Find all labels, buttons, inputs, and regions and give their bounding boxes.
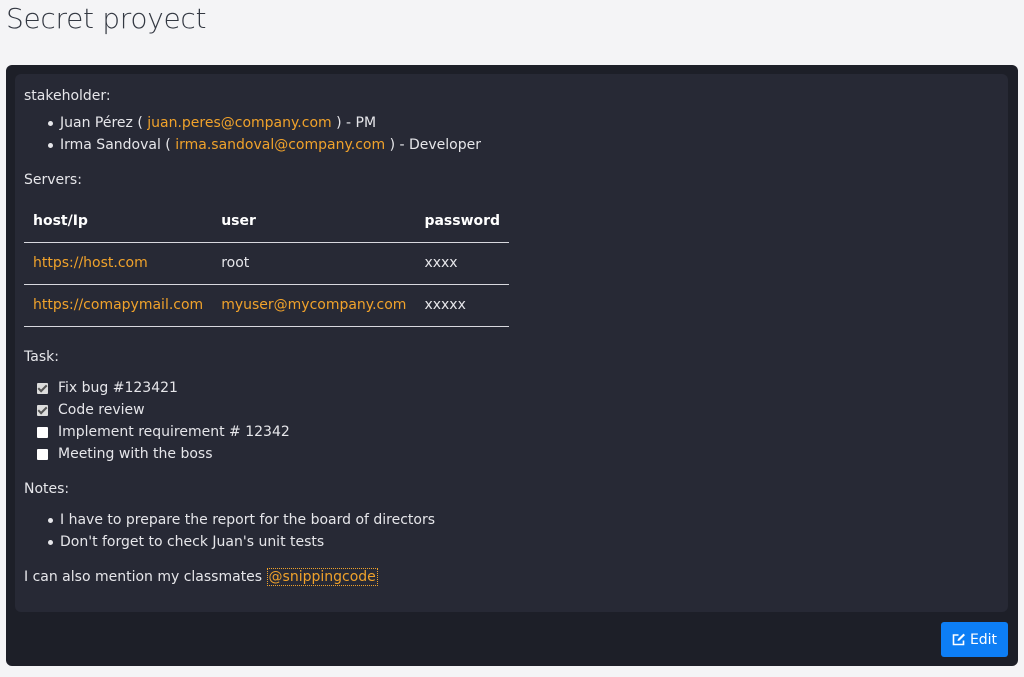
task-checkbox[interactable]: [37, 448, 48, 460]
list-item: I have to prepare the report for the boa…: [48, 509, 984, 531]
email-link[interactable]: irma.sandoval@company.com: [175, 137, 385, 153]
note-content: stakeholder: Juan Pérez ( juan.peres@com…: [15, 74, 1008, 612]
list-item: Irma Sandoval ( irma.sandoval@company.co…: [48, 134, 984, 156]
task-label: Task:: [24, 349, 59, 365]
servers-label: Servers:: [24, 172, 82, 188]
servers-table: host/Ip user password https://host.com r…: [24, 201, 510, 327]
table-row: https://comapymail.com myuser@mycompany.…: [24, 284, 510, 327]
edit-icon: [952, 633, 965, 646]
column-header: user: [212, 201, 416, 243]
table-cell: xxxx: [415, 242, 510, 285]
list-item: Juan Pérez ( juan.peres@company.com ) - …: [48, 112, 984, 134]
stakeholder-label: stakeholder:: [24, 88, 111, 104]
mention-tag[interactable]: @snippingcode: [266, 568, 378, 586]
stakeholder-role: ) - PM: [336, 115, 377, 131]
task-label: Code review: [58, 402, 145, 418]
stakeholder-role: ) - Developer: [389, 137, 481, 153]
column-header: host/Ip: [24, 201, 213, 243]
table-cell: root: [212, 242, 416, 285]
table-cell: myuser@mycompany.com: [212, 284, 416, 327]
stakeholder-name: Juan Pérez (: [60, 115, 143, 131]
notes-list: I have to prepare the report for the boa…: [24, 509, 984, 553]
stakeholder-name: Irma Sandoval (: [60, 137, 171, 153]
user-email-link[interactable]: myuser@mycompany.com: [221, 297, 406, 313]
host-link[interactable]: https://comapymail.com: [33, 297, 203, 313]
note-panel: stakeholder: Juan Pérez ( juan.peres@com…: [6, 65, 1018, 666]
table-cell: https://host.com: [24, 242, 213, 285]
column-header: password: [415, 201, 510, 243]
task-label: Meeting with the boss: [58, 446, 213, 462]
edit-button[interactable]: Edit: [941, 622, 1008, 657]
email-link[interactable]: juan.peres@company.com: [147, 115, 331, 131]
table-header-row: host/Ip user password: [24, 201, 510, 243]
host-link[interactable]: https://host.com: [33, 255, 148, 271]
table-cell: https://comapymail.com: [24, 284, 213, 327]
mention-text: I can also mention my classmates: [24, 569, 267, 585]
mention-line: I can also mention my classmates @snippi…: [24, 566, 984, 588]
edit-button-label: Edit: [969, 631, 998, 648]
task-checkbox[interactable]: [37, 382, 48, 394]
task-item: Meeting with the boss: [37, 443, 984, 465]
page-title: Secret proyect: [6, 2, 207, 35]
task-label: Fix bug #123421: [58, 380, 178, 396]
table-cell: xxxxx: [415, 284, 510, 327]
task-item: Fix bug #123421: [37, 377, 984, 399]
task-label: Implement requirement # 12342: [58, 424, 290, 440]
list-item: Don't forget to check Juan's unit tests: [48, 531, 984, 553]
task-item: Code review: [37, 399, 984, 421]
task-list: Fix bug #123421 Code review Implement re…: [24, 377, 984, 465]
notes-label: Notes:: [24, 481, 70, 497]
table-row: https://host.com root xxxx: [24, 242, 510, 285]
task-item: Implement requirement # 12342: [37, 421, 984, 443]
stakeholder-list: Juan Pérez ( juan.peres@company.com ) - …: [24, 112, 984, 156]
task-checkbox[interactable]: [37, 426, 48, 438]
task-checkbox[interactable]: [37, 404, 48, 416]
